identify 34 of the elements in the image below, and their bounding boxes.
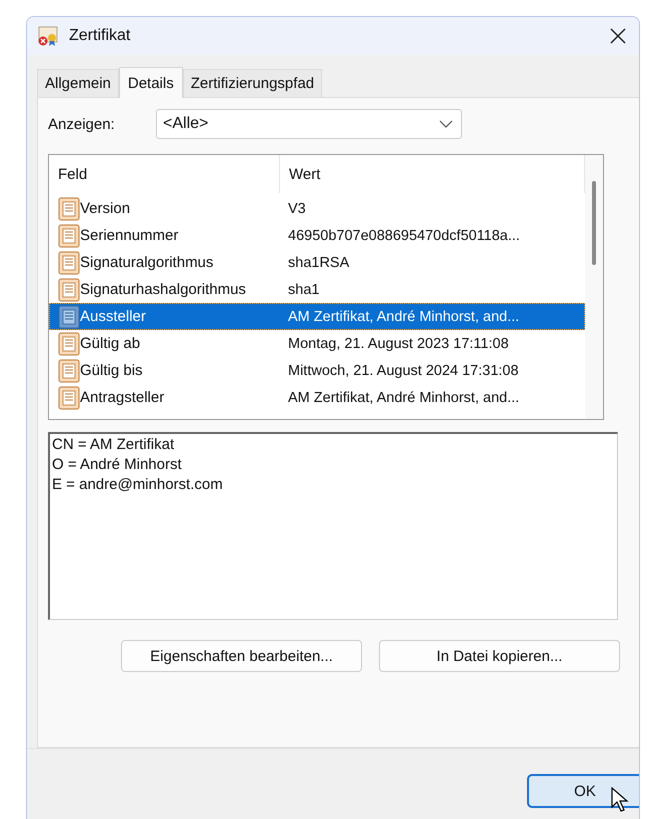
document-icon <box>58 250 80 274</box>
list-row[interactable]: Version V3 <box>49 195 585 222</box>
list-row[interactable]: Signaturhashalgorithmus sha1 <box>49 276 585 303</box>
list-row[interactable]: Aussteller AM Zertifikat, André Minhorst, and... <box>49 303 585 330</box>
document-icon <box>58 196 80 220</box>
chevron-down-icon <box>439 120 453 128</box>
document-icon <box>58 332 80 356</box>
action-button[interactable]: Eigenschaften bearbeiten... <box>121 640 362 672</box>
document-icon <box>58 386 80 410</box>
tab[interactable]: Zertifizierungspfad <box>182 69 322 97</box>
certificate-icon <box>37 25 59 47</box>
list-row[interactable]: Seriennummer 46950b707e088695470dcf50118a... <box>49 222 585 249</box>
list-row[interactable]: Gültig ab Montag, 21. August 2023 17:11:08 <box>49 330 585 357</box>
detail-line: E = andre@minhorst.com <box>52 475 224 495</box>
tab[interactable]: Details <box>118 67 183 98</box>
list-row[interactable]: Antragsteller AM Zertifikat, André Minhorst, and... <box>49 384 585 411</box>
action-button[interactable]: In Datei kopieren... <box>379 640 620 672</box>
scrollbar[interactable] <box>585 155 603 419</box>
show-label: Anzeigen: <box>48 116 116 132</box>
close-icon[interactable] <box>609 27 627 45</box>
column-header[interactable]: Feld <box>49 155 280 193</box>
window-title: Zertifikat <box>69 27 132 45</box>
document-icon <box>58 278 80 302</box>
document-icon <box>58 224 80 248</box>
tab[interactable]: Allgemein <box>37 69 119 97</box>
detail-line: O = André Minhorst <box>52 455 183 475</box>
list-row[interactable]: Gültig bis Mittwoch, 21. August 2024 17:31:08 <box>49 357 585 384</box>
document-icon <box>58 304 80 328</box>
detail-line: CN = AM Zertifikat <box>52 435 176 455</box>
show-dropdown[interactable]: <Alle> <box>156 109 462 139</box>
mouse-pointer-icon <box>611 787 629 813</box>
list-row[interactable]: Signaturalgorithmus sha1RSA <box>49 249 585 276</box>
ok-button[interactable]: OK <box>527 774 639 808</box>
document-icon <box>58 358 80 382</box>
